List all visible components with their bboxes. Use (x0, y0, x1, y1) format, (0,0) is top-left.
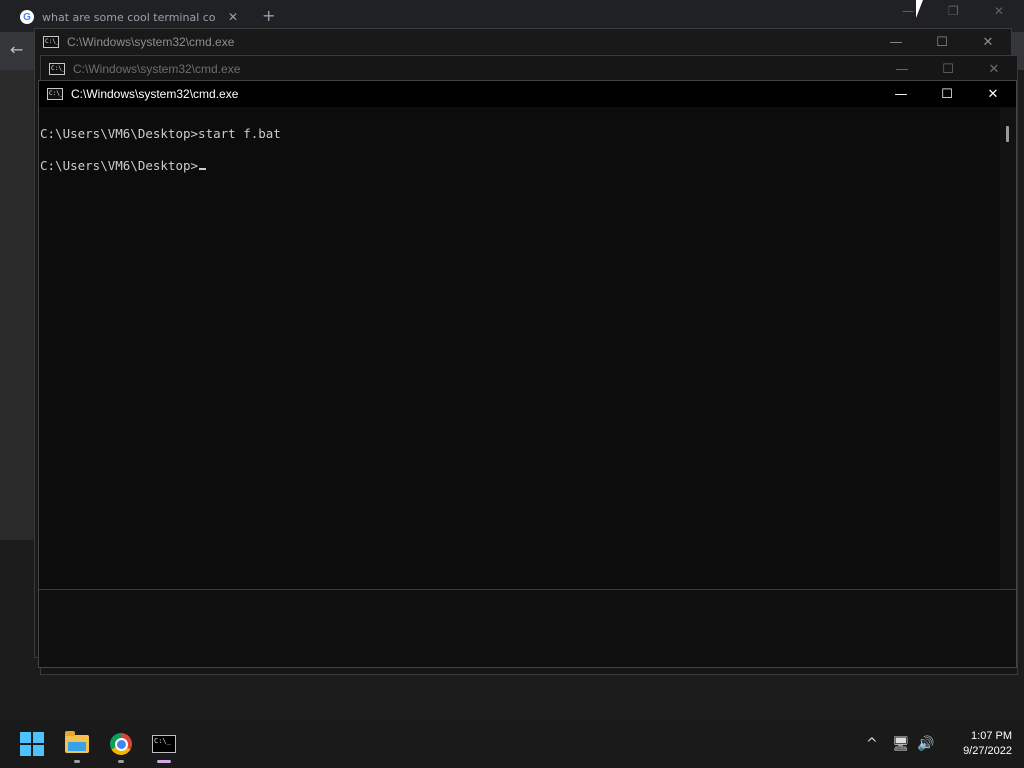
running-indicator (118, 760, 124, 763)
tab-close-icon[interactable]: ✕ (228, 10, 238, 24)
start-button[interactable] (18, 730, 46, 758)
browser-minimize-button[interactable]: — (902, 4, 914, 18)
cmd-titlebar[interactable]: C:\_ C:\Windows\system32\cmd.exe (41, 56, 1017, 82)
google-icon: G (20, 10, 34, 24)
volume-icon[interactable]: 🔊 (917, 736, 934, 752)
file-explorer-button[interactable] (63, 730, 91, 758)
cmd-icon: C:\_ (43, 36, 59, 48)
maximize-button[interactable]: ☐ (924, 81, 970, 107)
cmd-titlebar[interactable]: C:\_ C:\Windows\system32\cmd.exe (39, 81, 1016, 107)
clock-time: 1:07 PM (971, 730, 1012, 742)
browser-close-button[interactable]: ✕ (994, 4, 1004, 18)
network-icon[interactable]: 🖥 (892, 736, 910, 752)
console-bottom-area (39, 589, 1016, 667)
console-prompt-line[interactable]: C:\Users\VM6\Desktop> (40, 158, 207, 173)
show-hidden-icons-chevron-icon[interactable]: ^ (866, 736, 878, 752)
cmd-window-title: C:\Windows\system32\cmd.exe (67, 35, 235, 49)
maximize-button[interactable]: ☐ (925, 56, 971, 82)
cmd-icon: C:\_ (49, 63, 65, 75)
cmd-titlebar[interactable]: C:\_ C:\Windows\system32\cmd.exe (35, 29, 1011, 55)
console-line: C:\Users\VM6\Desktop>start f.bat (40, 126, 281, 141)
minimize-button[interactable]: — (873, 29, 919, 55)
active-indicator (157, 760, 171, 763)
chrome-icon (110, 733, 132, 755)
browser-restore-button[interactable]: ❐ (948, 4, 959, 18)
close-button[interactable]: ✕ (971, 56, 1017, 82)
running-indicator (74, 760, 80, 763)
browser-tab-title: what are some cool terminal co (42, 10, 216, 24)
minimize-button[interactable]: — (879, 56, 925, 82)
chrome-button[interactable] (107, 730, 135, 758)
folder-icon (65, 731, 89, 753)
windows-logo-icon (20, 732, 44, 756)
back-arrow-icon[interactable]: ← (10, 40, 23, 59)
scrollbar-thumb[interactable] (1006, 126, 1009, 142)
new-tab-button[interactable]: + (262, 6, 275, 25)
mouse-pointer-icon (916, 0, 930, 18)
close-button[interactable]: ✕ (970, 81, 1016, 107)
terminal-icon: C:\_ (152, 735, 176, 753)
cmd-window-title: C:\Windows\system32\cmd.exe (73, 62, 241, 76)
text-cursor (199, 168, 207, 170)
maximize-button[interactable]: ☐ (919, 29, 965, 55)
close-button[interactable]: ✕ (965, 29, 1011, 55)
cmd-window-active[interactable]: C:\_ C:\Windows\system32\cmd.exe — ☐ ✕ C… (38, 80, 1017, 668)
console-prompt: C:\Users\VM6\Desktop> (40, 158, 199, 173)
console-output[interactable]: C:\Users\VM6\Desktop>start f.bat C:\User… (39, 108, 1001, 588)
clock-date: 9/27/2022 (963, 745, 1012, 757)
cmd-icon: C:\_ (47, 88, 63, 100)
system-clock[interactable]: 1:07 PM 9/27/2022 (940, 729, 1012, 759)
cmd-taskbar-button[interactable]: C:\_ (150, 730, 178, 758)
minimize-button[interactable]: — (878, 81, 924, 107)
cmd-window-title: C:\Windows\system32\cmd.exe (71, 87, 239, 101)
scrollbar[interactable] (1000, 108, 1016, 589)
